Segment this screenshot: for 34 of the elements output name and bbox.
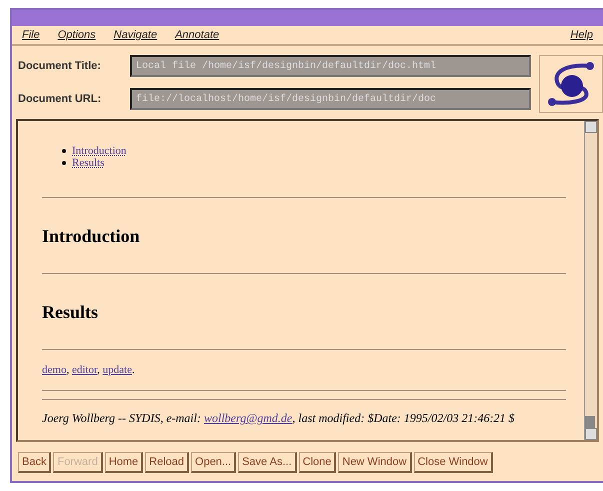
toc-link[interactable]: Introduction xyxy=(72,145,126,157)
toc-link[interactable]: Results xyxy=(72,157,104,169)
punctuation: . xyxy=(132,364,135,376)
page-link[interactable]: update xyxy=(102,364,132,376)
nav-button[interactable]: New Window xyxy=(338,452,412,473)
page-link[interactable]: editor xyxy=(72,364,98,376)
bullet-icon xyxy=(62,149,66,153)
field-label: Document URL: xyxy=(18,93,102,105)
footer-text: Joerg Wollberg -- SYDIS, e-mail: wollberg@gmd.de, last modified: $Date: 1995/02/03 21:46:21 $ xyxy=(42,410,516,426)
punctuation: , xyxy=(97,364,101,376)
bullet-icon xyxy=(62,161,66,165)
field-label: Document Title: xyxy=(18,60,102,72)
menu-item[interactable]: File xyxy=(22,29,40,41)
nav-button[interactable]: Clone xyxy=(298,452,336,473)
scroll-up-icon[interactable] xyxy=(585,121,597,133)
menu-item[interactable]: Annotate xyxy=(175,29,220,41)
menu-item[interactable]: Navigate xyxy=(114,29,158,41)
nav-button[interactable]: Save As... xyxy=(238,452,297,473)
nav-button[interactable]: Reload xyxy=(145,452,190,473)
menu-item[interactable]: Options xyxy=(58,29,96,41)
help-menu[interactable]: Help xyxy=(570,29,593,41)
nav-button[interactable]: Open... xyxy=(191,452,236,473)
nav-button[interactable]: Home xyxy=(104,452,144,473)
nav-button[interactable]: Close Window xyxy=(414,452,493,473)
page-link[interactable]: demo xyxy=(42,364,66,376)
section-heading: Introduction xyxy=(42,226,141,247)
scrollbar[interactable] xyxy=(584,121,597,440)
scroll-thumb[interactable] xyxy=(585,416,595,428)
scroll-down-icon[interactable] xyxy=(585,428,597,440)
globe-logo-icon xyxy=(546,60,596,108)
section-heading: Results xyxy=(42,302,100,323)
punctuation: , xyxy=(66,364,70,376)
email-link[interactable]: wollberg@gmd.de xyxy=(204,411,292,425)
nav-button[interactable]: Back xyxy=(18,452,52,473)
